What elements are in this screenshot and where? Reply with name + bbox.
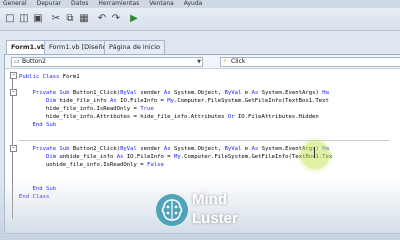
- brain-logo-icon: [156, 194, 188, 226]
- cut-icon[interactable]: ✂: [50, 13, 62, 25]
- menu-herramientas[interactable]: Herramientas: [98, 0, 139, 8]
- code-line: unhide_file_info.IsReadOnly = False: [19, 162, 164, 168]
- text-cursor-icon: [314, 147, 317, 158]
- copy-icon[interactable]: ⧉: [64, 13, 76, 25]
- code-line: End Class: [19, 194, 50, 200]
- code-line: End Sub: [32, 122, 57, 128]
- code-line: Private Sub Button2_Click(ByVal sender A…: [32, 146, 328, 152]
- collapse-class-icon[interactable]: −: [10, 72, 17, 79]
- event-combo[interactable]: ⚡ Click ▼: [220, 57, 400, 67]
- paste-icon[interactable]: ▦: [78, 13, 90, 25]
- watermark-line1: Mind: [192, 191, 227, 208]
- save-icon[interactable]: ▣: [32, 13, 44, 25]
- event-lightning-icon: ⚡: [223, 58, 228, 65]
- standard-toolbar: □ ◫ ▣ ✂ ⧉ ▦ ↶ ↷ ▶: [0, 8, 400, 31]
- start-debug-icon[interactable]: ▶: [128, 13, 140, 25]
- code-line: Dim unhide_file_info As IO.FileInfo = My…: [45, 154, 333, 160]
- undo-icon[interactable]: ↶: [96, 13, 108, 25]
- code-line: Private Sub Button1_Click(ByVal sender A…: [32, 90, 329, 96]
- code-line: hide_file_info.Attributes = hide_file_in…: [19, 114, 319, 120]
- menu-depurar[interactable]: Depurar: [37, 0, 62, 8]
- menu-bar: General Depurar Datos Herramientas Venta…: [0, 0, 400, 8]
- new-project-icon[interactable]: □: [4, 13, 16, 25]
- open-icon[interactable]: ◫: [18, 13, 30, 25]
- menu-ayuda[interactable]: Ayuda: [184, 0, 203, 8]
- button-control-icon: ▭: [14, 58, 20, 65]
- code-line: Public Class Form1: [19, 74, 80, 80]
- collapse-sub1-icon[interactable]: −: [10, 89, 17, 96]
- object-combo-value: Button2: [22, 58, 46, 65]
- code-line: hide_file_info.IsReadOnly = True: [19, 106, 154, 112]
- watermark-line2: Luster: [192, 210, 238, 227]
- redo-icon[interactable]: ↷: [110, 13, 122, 25]
- tab-start-page[interactable]: Página de inicio: [104, 40, 165, 54]
- mindluster-watermark: Mind Luster: [152, 190, 262, 230]
- code-line: End Sub: [32, 186, 57, 192]
- menu-datos[interactable]: Datos: [71, 0, 88, 8]
- event-combo-value: Click: [231, 58, 246, 65]
- object-combo[interactable]: ▭ Button2 ▼: [11, 57, 203, 67]
- collapse-sub2-icon[interactable]: −: [10, 145, 17, 152]
- menu-general[interactable]: General: [3, 0, 27, 8]
- chevron-down-icon[interactable]: ▼: [197, 58, 201, 66]
- code-line: Dim hide_file_info As IO.FileInfo = My.C…: [45, 98, 329, 104]
- document-tabs: Form1.vb* Form1.vb [Diseño]* Página de i…: [0, 40, 400, 54]
- navigation-bar: ▭ Button2 ▼ ⚡ Click ▼: [5, 55, 400, 69]
- menu-ventana[interactable]: Ventana: [149, 0, 174, 8]
